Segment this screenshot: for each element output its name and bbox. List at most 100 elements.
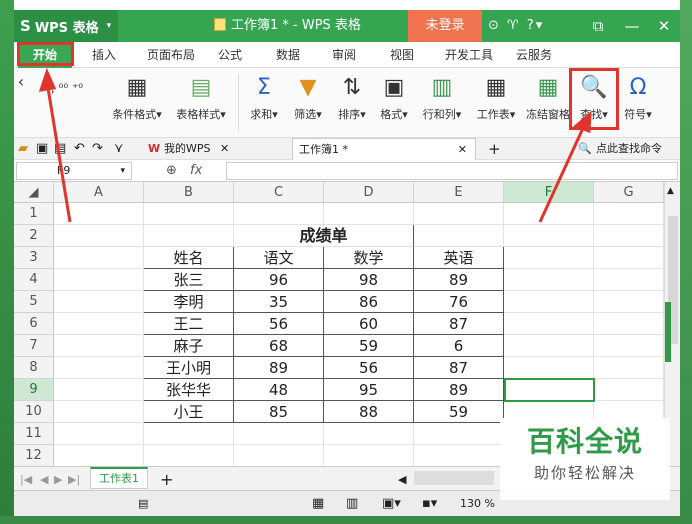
formula-input[interactable]: [226, 162, 678, 180]
empty-cell[interactable]: [54, 357, 144, 379]
table-cell[interactable]: 48: [234, 379, 324, 401]
empty-cell[interactable]: [504, 291, 594, 313]
table-cell[interactable]: 王二: [144, 313, 234, 335]
reading-view-icon[interactable]: ▪▾: [422, 491, 437, 516]
shirt-icon[interactable]: ♈: [507, 18, 521, 33]
table-cell[interactable]: 59: [414, 401, 504, 423]
number-format-icon[interactable]: , ⁰⁰ ⁺⁰: [32, 74, 102, 102]
name-box[interactable]: F9 ▾: [16, 162, 132, 180]
print-icon[interactable]: ▤: [54, 138, 66, 160]
tab-cloud[interactable]: 云服务: [508, 42, 560, 68]
side-panel-handle[interactable]: [665, 302, 671, 362]
page-break-view-icon[interactable]: ▥: [346, 491, 358, 516]
row-header[interactable]: 1: [14, 203, 54, 225]
close-icon[interactable]: ✕: [650, 10, 678, 42]
minimize-icon[interactable]: —: [618, 10, 646, 42]
table-cell[interactable]: 35: [234, 291, 324, 313]
empty-cell[interactable]: [504, 247, 594, 269]
table-cell[interactable]: 86: [324, 291, 414, 313]
login-button[interactable]: 未登录: [408, 10, 482, 42]
empty-cell[interactable]: [54, 335, 144, 357]
open-folder-icon[interactable]: ▰: [18, 138, 28, 160]
tab-formulas[interactable]: 公式: [210, 42, 250, 68]
page-layout-view-icon[interactable]: ▣▾: [382, 491, 401, 516]
empty-cell[interactable]: [594, 225, 664, 247]
table-cell[interactable]: 68: [234, 335, 324, 357]
empty-cell[interactable]: [594, 247, 664, 269]
skin-icon[interactable]: ⊙: [488, 18, 501, 33]
table-cell[interactable]: 张华华: [144, 379, 234, 401]
table-cell[interactable]: 59: [324, 335, 414, 357]
sheet-title-cell[interactable]: 成绩单: [234, 225, 414, 247]
table-cell[interactable]: 85: [234, 401, 324, 423]
empty-cell[interactable]: [504, 313, 594, 335]
col-header-d[interactable]: D: [324, 182, 414, 203]
empty-cell[interactable]: [54, 313, 144, 335]
select-all-corner[interactable]: ◢: [14, 182, 54, 203]
empty-cell[interactable]: [144, 423, 234, 445]
conditional-format-button[interactable]: ▦ 条件格式▾: [106, 72, 168, 134]
empty-cell[interactable]: [54, 445, 144, 466]
empty-cell[interactable]: [504, 335, 594, 357]
empty-cell[interactable]: [414, 225, 504, 247]
table-cell[interactable]: 96: [234, 269, 324, 291]
empty-cell[interactable]: [54, 203, 144, 225]
empty-cell[interactable]: [54, 225, 144, 247]
restore-icon[interactable]: ⧉: [584, 10, 612, 42]
empty-cell[interactable]: [234, 423, 324, 445]
customize-icon[interactable]: ⋎: [114, 138, 124, 160]
tab-view[interactable]: 视图: [382, 42, 422, 68]
tab-review[interactable]: 审阅: [324, 42, 364, 68]
table-cell[interactable]: 87: [414, 313, 504, 335]
empty-cell[interactable]: [324, 445, 414, 466]
normal-view-icon[interactable]: ▦: [312, 491, 324, 516]
col-header-a[interactable]: A: [54, 182, 144, 203]
empty-cell[interactable]: [414, 445, 504, 466]
empty-cell[interactable]: [594, 313, 664, 335]
empty-cell[interactable]: [144, 445, 234, 466]
row-header[interactable]: 4: [14, 269, 54, 291]
col-header-c[interactable]: C: [234, 182, 324, 203]
table-cell[interactable]: 87: [414, 357, 504, 379]
row-header[interactable]: 10: [14, 401, 54, 423]
table-cell[interactable]: 89: [414, 379, 504, 401]
zoom-formula-icon[interactable]: ⊕: [166, 160, 177, 182]
selected-cell-f9[interactable]: [504, 378, 595, 402]
empty-cell[interactable]: [594, 291, 664, 313]
col-header-e[interactable]: E: [414, 182, 504, 203]
empty-cell[interactable]: [234, 203, 324, 225]
empty-cell[interactable]: [144, 225, 234, 247]
sheet-tab[interactable]: 工作表1: [90, 467, 148, 489]
freeze-panes-button[interactable]: ▦ 冻结窗格: [524, 72, 572, 134]
row-header[interactable]: 9: [14, 379, 54, 401]
empty-cell[interactable]: [54, 247, 144, 269]
row-header[interactable]: 6: [14, 313, 54, 335]
empty-cell[interactable]: [54, 291, 144, 313]
tab-developer[interactable]: 开发工具: [438, 42, 500, 68]
empty-cell[interactable]: [54, 269, 144, 291]
table-cell[interactable]: 95: [324, 379, 414, 401]
table-header-cell[interactable]: 姓名: [144, 247, 234, 269]
row-header[interactable]: 3: [14, 247, 54, 269]
tab-data[interactable]: 数据: [268, 42, 308, 68]
table-cell[interactable]: 麻子: [144, 335, 234, 357]
redo-icon[interactable]: ↷: [92, 138, 103, 160]
help-icon[interactable]: ?▾: [527, 18, 544, 33]
close-my-wps-icon[interactable]: ✕: [220, 138, 229, 160]
zoom-level[interactable]: 130 %: [460, 491, 495, 516]
empty-cell[interactable]: [504, 269, 594, 291]
table-cell[interactable]: 56: [324, 357, 414, 379]
horizontal-scrollbar[interactable]: [414, 471, 494, 485]
empty-cell[interactable]: [414, 203, 504, 225]
my-wps-tab[interactable]: 我的WPS: [164, 138, 211, 160]
empty-cell[interactable]: [504, 357, 594, 379]
empty-cell[interactable]: [594, 379, 664, 401]
empty-cell[interactable]: [414, 423, 504, 445]
table-cell[interactable]: 98: [324, 269, 414, 291]
close-doc-tab-icon[interactable]: ✕: [458, 139, 467, 161]
tab-insert[interactable]: 插入: [82, 42, 126, 68]
table-cell[interactable]: 60: [324, 313, 414, 335]
row-header[interactable]: 11: [14, 423, 54, 445]
filter-button[interactable]: ▼ 筛选▾: [288, 72, 328, 134]
table-cell[interactable]: 小王: [144, 401, 234, 423]
